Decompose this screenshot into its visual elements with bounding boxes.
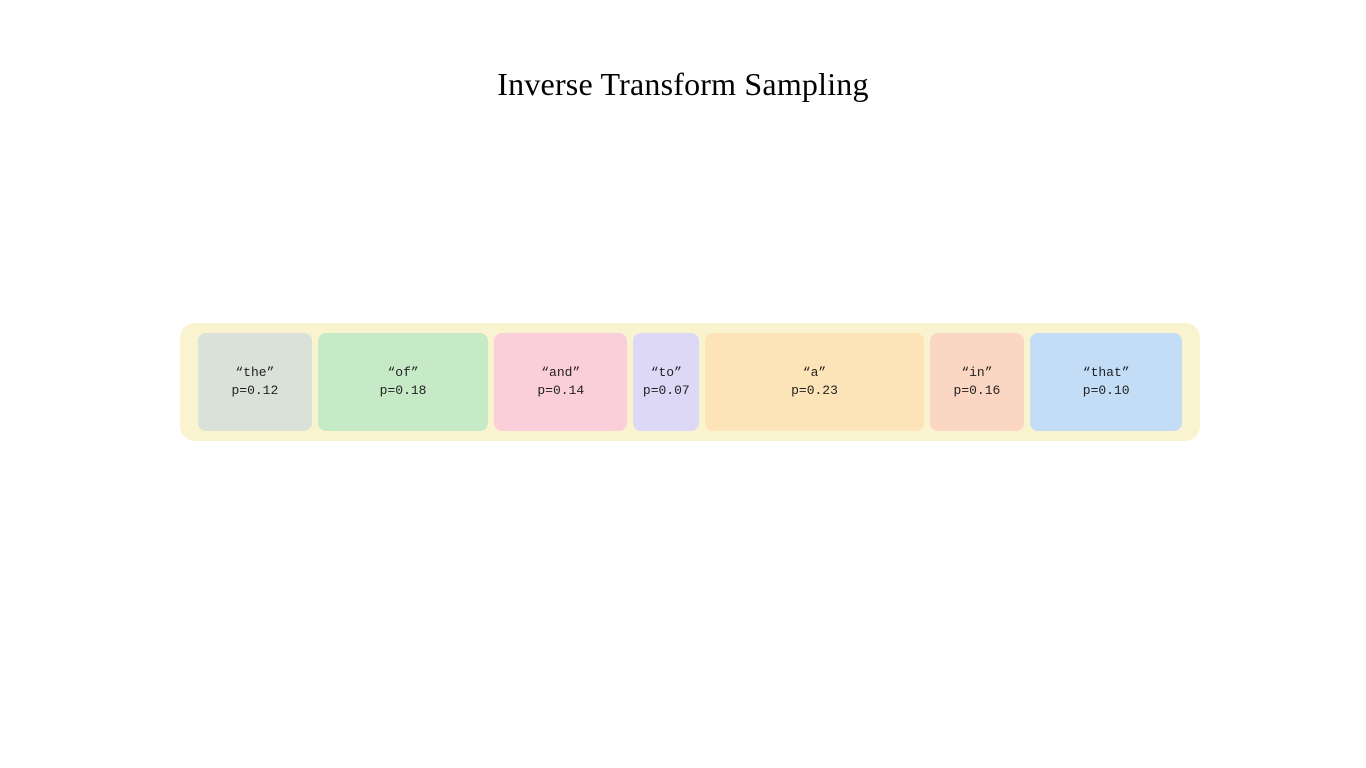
segment-probability: p=0.10 xyxy=(1083,382,1130,400)
segment-token: “and” xyxy=(541,364,580,382)
prob-segment: “a”p=0.23 xyxy=(705,333,923,431)
page-title: Inverse Transform Sampling xyxy=(0,66,1366,103)
prob-segment: “that”p=0.10 xyxy=(1030,333,1182,431)
segment-probability: p=0.12 xyxy=(231,382,278,400)
segment-probability: p=0.23 xyxy=(791,382,838,400)
segment-token: “that” xyxy=(1083,364,1130,382)
prob-segment: “to”p=0.07 xyxy=(633,333,699,431)
segment-token: “of” xyxy=(387,364,418,382)
prob-segment: “the”p=0.12 xyxy=(198,333,312,431)
segment-probability: p=0.18 xyxy=(380,382,427,400)
prob-segment: “and”p=0.14 xyxy=(494,333,627,431)
prob-segment: “in”p=0.16 xyxy=(930,333,1025,431)
segment-token: “in” xyxy=(961,364,992,382)
segment-probability: p=0.16 xyxy=(954,382,1001,400)
segment-token: “to” xyxy=(651,364,682,382)
probability-bar: “the”p=0.12“of”p=0.18“and”p=0.14“to”p=0.… xyxy=(180,323,1200,441)
segment-token: “a” xyxy=(803,364,826,382)
segment-probability: p=0.14 xyxy=(537,382,584,400)
segment-probability: p=0.07 xyxy=(643,382,690,400)
segment-token: “the” xyxy=(235,364,274,382)
prob-segment: “of”p=0.18 xyxy=(318,333,489,431)
